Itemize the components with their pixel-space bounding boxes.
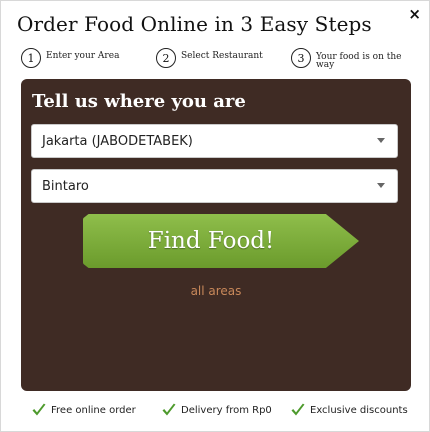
close-button[interactable]: ×	[408, 6, 421, 22]
city-select-value: Jakarta (JABODETABEK)	[42, 133, 193, 149]
feature-label: Exclusive discounts	[310, 404, 408, 416]
find-food-label: Find Food!	[147, 228, 275, 254]
step-1: 1 Enter your Area	[21, 48, 119, 68]
step-number-2: 2	[156, 48, 176, 68]
area-select-value: Bintaro	[42, 178, 89, 194]
step-3: 3 Your food is on the way	[291, 48, 408, 70]
steps-indicator: 1 Enter your Area 2 Select Restaurant 3 …	[21, 48, 421, 74]
features-bar: Free online order Delivery from Rp0 Excl…	[1, 402, 430, 422]
checkmark-icon	[291, 403, 305, 416]
area-select[interactable]: Bintaro	[31, 169, 398, 203]
step-label-2: Select Restaurant	[181, 51, 263, 61]
modal-title: Order Food Online in 3 Easy Steps	[17, 12, 372, 36]
checkmark-icon	[162, 403, 176, 416]
step-label-1: Enter your Area	[46, 51, 120, 61]
panel-title: Tell us where you are	[32, 91, 246, 112]
find-food-button[interactable]: Find Food!	[83, 214, 359, 268]
feature-discounts: Exclusive discounts	[290, 402, 408, 418]
all-areas-link[interactable]: all areas	[21, 284, 411, 298]
city-select[interactable]: Jakarta (JABODETABEK)	[31, 124, 398, 158]
chevron-down-icon	[377, 183, 385, 188]
find-food-button-wrap: Find Food!	[83, 214, 359, 268]
checkmark-icon	[32, 403, 46, 416]
step-label-3: Your food is on the way	[316, 52, 402, 70]
chevron-down-icon	[377, 138, 385, 143]
location-panel: Tell us where you are Jakarta (JABODETAB…	[21, 79, 411, 391]
feature-label: Free online order	[51, 404, 136, 416]
step-2: 2 Select Restaurant	[156, 48, 263, 68]
feature-label: Delivery from Rp0	[181, 404, 272, 416]
step-number-1: 1	[21, 48, 41, 68]
step-number-3: 3	[291, 48, 311, 68]
feature-delivery: Delivery from Rp0	[161, 402, 272, 418]
order-food-modal: × Order Food Online in 3 Easy Steps 1 En…	[0, 0, 430, 432]
feature-free-order: Free online order	[31, 402, 136, 418]
